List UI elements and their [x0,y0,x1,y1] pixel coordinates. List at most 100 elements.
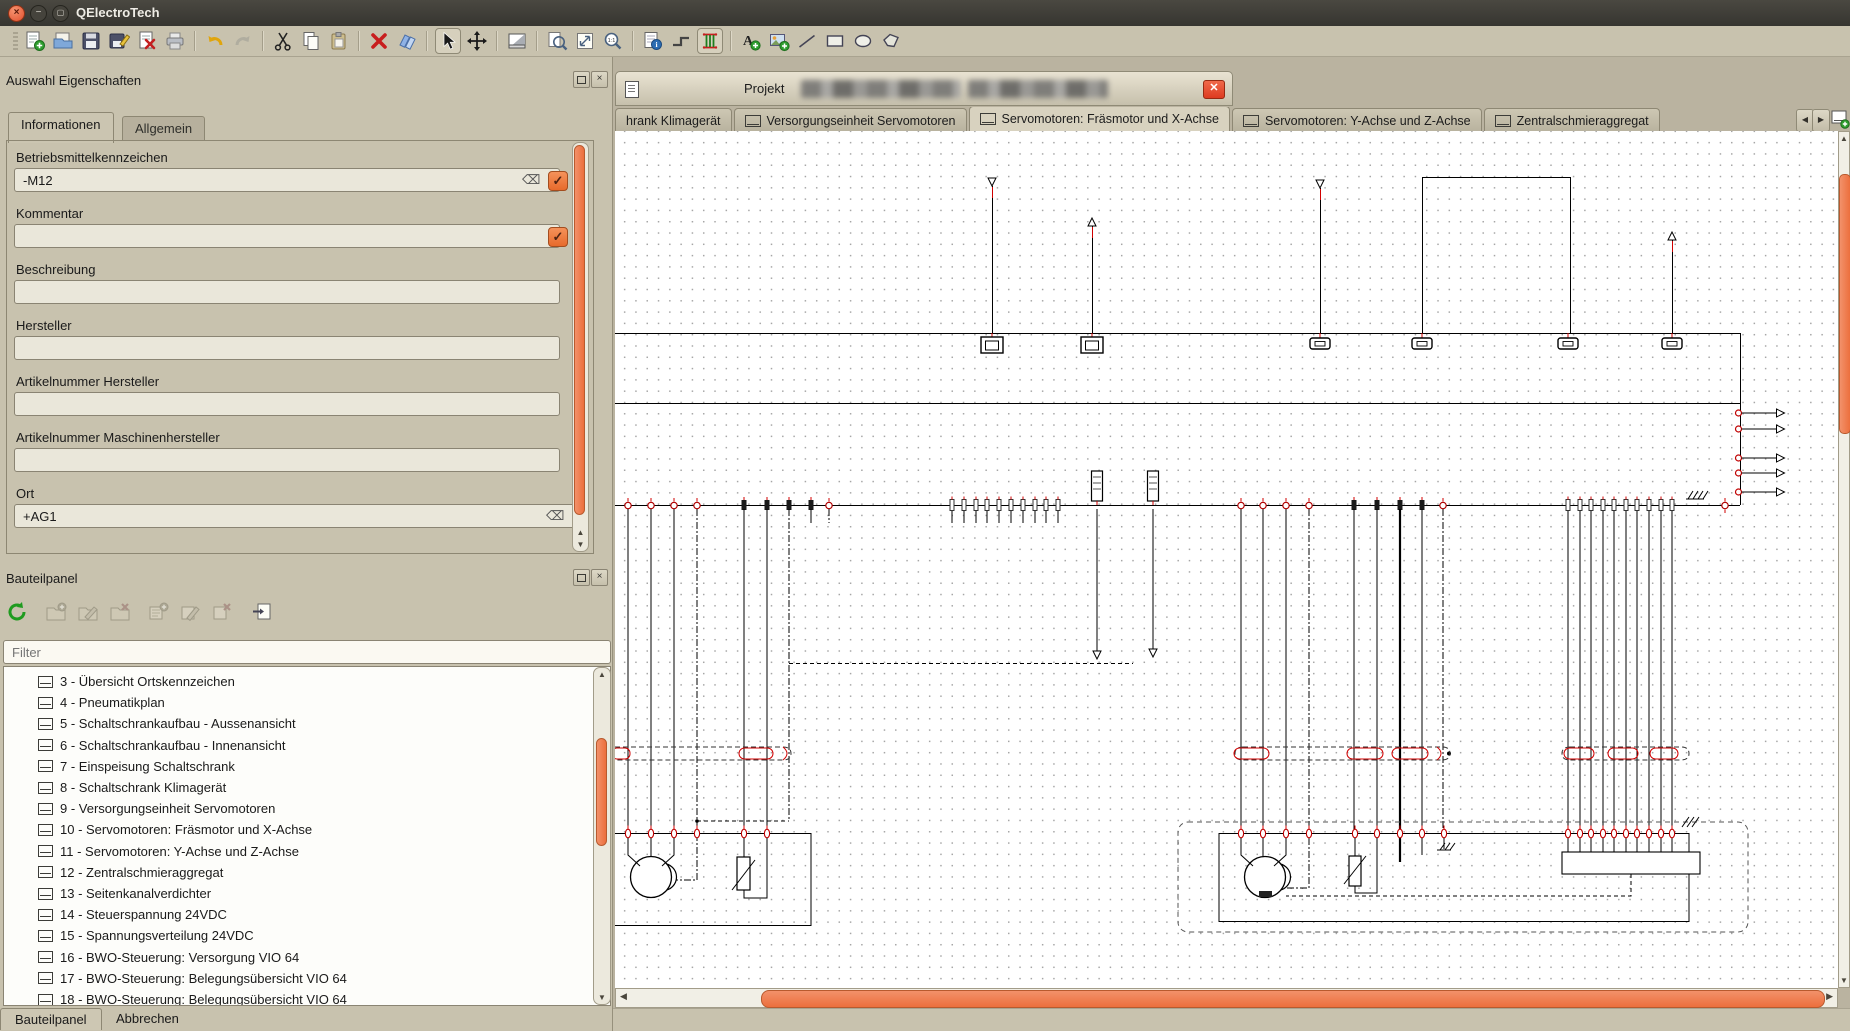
kommentar-input[interactable] [14,224,560,248]
zoom-adjust-icon[interactable] [573,29,597,53]
tab-scroll-right-icon[interactable]: ▶ [1812,109,1830,132]
diagram-viewport[interactable] [615,131,1838,988]
add-terminal-strip-icon[interactable] [697,28,723,54]
scroll-down-icon[interactable]: ▼ [573,540,588,549]
undo-icon[interactable] [203,29,227,53]
vertical-scrollbar[interactable]: ▲ ▼ [1838,131,1850,988]
display-mode-icon[interactable] [505,29,529,53]
paste-icon[interactable] [327,29,351,53]
rotate-icon[interactable] [395,29,419,53]
list-item[interactable]: 15 - Spannungsverteilung 24VDC [38,925,254,946]
tab-allgemein[interactable]: Allgemein [122,116,205,141]
filter-input[interactable] [3,640,611,664]
list-item[interactable]: 18 - BWO-Steuerung: Belegungsübersicht V… [38,989,347,1006]
add-image-icon[interactable] [767,29,791,53]
dock-close-button[interactable]: × [591,569,608,586]
ort-input[interactable] [14,504,584,528]
add-rectangle-icon[interactable] [823,29,847,53]
diagram-page-icon [38,782,53,794]
list-item[interactable]: 7 - Einspeisung Schaltschrank [38,756,235,777]
cut-icon[interactable] [271,29,295,53]
dock-float-button[interactable] [573,71,590,88]
zoom-fit-icon[interactable] [545,29,569,53]
add-line-icon[interactable] [795,29,819,53]
add-ellipse-icon[interactable] [851,29,875,53]
close-document-icon[interactable] [135,29,159,53]
diagram-tab[interactable]: Servomotoren: Fräsmotor und X-Achse [969,107,1230,131]
list-item[interactable]: 14 - Steuerspannung 24VDC [38,904,227,925]
diagram-tab[interactable]: Servomotoren: Y-Achse und Z-Achse [1232,108,1482,131]
print-icon[interactable] [163,29,187,53]
list-item[interactable]: 13 - Seitenkanalverdichter [38,883,211,904]
svg-text:i: i [655,40,657,49]
list-item[interactable]: 6 - Schaltschrankaufbau - Innenansicht [38,735,285,756]
list-item[interactable]: 4 - Pneumatikplan [38,692,165,713]
scroll-up-icon[interactable]: ▲ [1839,134,1849,143]
list-item[interactable]: 9 - Versorgungseinheit Servomotoren [38,798,275,819]
scroll-down-icon[interactable]: ▼ [1839,976,1849,985]
horizontal-scrollbar[interactable]: ◀ ▶ [615,988,1838,1008]
properties-scrollbar[interactable]: ▲ ▼ [572,142,589,552]
hersteller-input[interactable] [14,336,560,360]
scrollbar-thumb[interactable] [1839,174,1850,434]
bottom-tab-bauteilpanel[interactable]: Bauteilpanel [0,1008,102,1030]
list-item[interactable]: 12 - Zentralschmieraggregat [38,862,223,883]
beschreibung-input[interactable] [14,280,560,304]
add-diagram-button[interactable] [1831,110,1850,129]
diagram-properties-icon[interactable]: i [641,29,665,53]
add-conductor-icon[interactable] [669,29,693,53]
clear-field-icon[interactable]: ⌫ [522,172,540,188]
list-item[interactable]: 5 - Schaltschrankaufbau - Aussenansicht [38,713,296,734]
window-minimize-button[interactable]: − [30,5,47,22]
bottom-tab-abbrechen[interactable]: Abbrechen [102,1008,193,1030]
move-mode-icon[interactable] [465,29,489,53]
save-icon[interactable] [79,29,103,53]
list-item[interactable]: 16 - BWO-Steuerung: Versorgung VIO 64 [38,947,299,968]
redo-icon[interactable] [231,29,255,53]
artikelnummer-maschinenhersteller-input[interactable] [14,448,560,472]
betriebsmittelkennzeichen-input[interactable] [14,168,560,192]
scrollbar-thumb[interactable] [574,145,585,515]
diagram-tab[interactable]: hrank Klimagerät [615,108,732,131]
window-maximize-button[interactable]: ▢ [52,5,69,22]
window-close-button[interactable]: × [8,5,25,22]
list-item[interactable]: 10 - Servomotoren: Fräsmotor und X-Achse [38,819,312,840]
project-window-titlebar[interactable]: Projekt ✕ [615,71,1233,106]
diagram-tab[interactable]: Zentralschmieraggregat [1484,108,1660,131]
list-scrollbar[interactable]: ▲ ▼ [593,667,611,1005]
list-item[interactable]: 8 - Schaltschrank Klimagerät [38,777,226,798]
import-element-icon[interactable] [250,600,274,624]
list-item[interactable]: 3 - Übersicht Ortskennzeichen [38,671,235,692]
delete-icon[interactable] [367,29,391,53]
scroll-down-icon[interactable]: ▼ [594,993,610,1002]
copy-icon[interactable] [299,29,323,53]
zoom-reset-icon[interactable]: 1:1 [601,29,625,53]
toolbar-grip[interactable] [13,32,18,50]
artikelnummer-hersteller-input[interactable] [14,392,560,416]
qelectrotech-window: × − ▢ QElectroTech 1:1 i [0,0,1850,1031]
list-item[interactable]: 17 - BWO-Steuerung: Belegungsübersicht V… [38,968,347,989]
auto-checkbox[interactable]: ✓ [548,227,568,247]
save-as-icon[interactable] [107,29,131,53]
add-text-icon[interactable]: A [739,29,763,53]
scroll-left-icon[interactable]: ◀ [620,991,627,1002]
dock-close-button[interactable]: × [591,71,608,88]
open-document-icon[interactable] [51,29,75,53]
diagram-tab[interactable]: Versorgungseinheit Servomotoren [734,108,967,131]
new-document-icon[interactable] [23,29,47,53]
auto-checkbox[interactable]: ✓ [548,171,568,191]
scroll-right-icon[interactable]: ▶ [1826,991,1833,1002]
select-mode-icon[interactable] [435,28,461,54]
reload-collections-icon[interactable] [6,600,30,624]
project-close-button[interactable]: ✕ [1203,80,1225,99]
list-item[interactable]: 11 - Servomotoren: Y-Achse und Z-Achse [38,841,299,862]
scrollbar-thumb[interactable] [761,990,1825,1008]
scrollbar-thumb[interactable] [596,738,607,846]
scroll-up-icon[interactable]: ▲ [594,670,610,679]
tab-informationen[interactable]: Informationen [8,112,114,143]
clear-field-icon[interactable]: ⌫ [546,508,564,524]
dock-float-button[interactable] [573,569,590,586]
scroll-up-icon[interactable]: ▲ [573,528,588,537]
add-polygon-icon[interactable] [879,29,903,53]
window-titlebar[interactable]: × − ▢ QElectroTech [0,0,1850,27]
